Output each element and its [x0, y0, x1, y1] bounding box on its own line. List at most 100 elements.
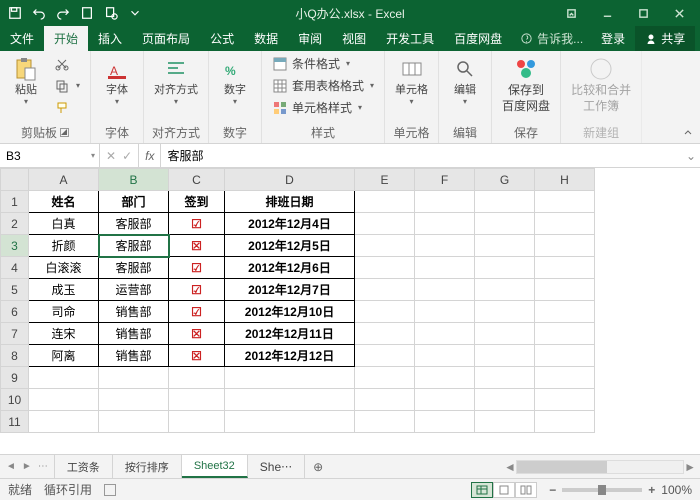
font-button[interactable]: A字体▾: [97, 53, 137, 108]
cell[interactable]: [415, 411, 475, 433]
cell[interactable]: [535, 345, 595, 367]
cell[interactable]: ☒: [169, 323, 225, 345]
sheet-nav-more-icon[interactable]: ⋯: [36, 461, 50, 472]
cells-button[interactable]: 单元格▾: [391, 53, 432, 108]
row-header[interactable]: 2: [1, 213, 29, 235]
expand-formula-icon[interactable]: ⌄: [682, 144, 700, 167]
cell[interactable]: [29, 389, 99, 411]
cell[interactable]: 司命: [29, 301, 99, 323]
cell[interactable]: [475, 301, 535, 323]
cell[interactable]: [415, 279, 475, 301]
cell[interactable]: 销售部: [99, 323, 169, 345]
tab-layout[interactable]: 页面布局: [132, 26, 200, 51]
collapse-ribbon-icon[interactable]: [680, 125, 696, 141]
cell[interactable]: [29, 367, 99, 389]
cell[interactable]: 2012年12月10日: [225, 301, 355, 323]
cell[interactable]: 运营部: [99, 279, 169, 301]
cell[interactable]: ☑: [169, 257, 225, 279]
row-header[interactable]: 10: [1, 389, 29, 411]
cell[interactable]: 折颜: [29, 235, 99, 257]
editing-button[interactable]: 编辑▾: [445, 53, 485, 108]
tab-developer[interactable]: 开发工具: [376, 26, 444, 51]
cell[interactable]: [535, 367, 595, 389]
grid-table[interactable]: ABCDEFGH1姓名部门签到排班日期2白真客服部☑2012年12月4日3折颜客…: [0, 168, 595, 433]
cell[interactable]: [415, 213, 475, 235]
cell[interactable]: [475, 411, 535, 433]
cell[interactable]: [475, 257, 535, 279]
cell[interactable]: [475, 235, 535, 257]
col-header[interactable]: C: [169, 169, 225, 191]
cell[interactable]: ☒: [169, 235, 225, 257]
cell[interactable]: 白滚滚: [29, 257, 99, 279]
zoom-in-button[interactable]: +: [648, 483, 655, 497]
row-header[interactable]: 5: [1, 279, 29, 301]
close-button[interactable]: [662, 2, 696, 24]
copy-button[interactable]: ▾: [50, 75, 84, 96]
cell[interactable]: [475, 345, 535, 367]
col-header[interactable]: D: [225, 169, 355, 191]
cell[interactable]: [475, 389, 535, 411]
formula-input[interactable]: [167, 149, 676, 163]
cell[interactable]: 签到: [169, 191, 225, 213]
cell[interactable]: [355, 279, 415, 301]
horizontal-scrollbar[interactable]: ◄►: [500, 455, 700, 478]
tab-data[interactable]: 数据: [244, 26, 288, 51]
cell[interactable]: [535, 279, 595, 301]
cell-styles-button[interactable]: 单元格样式▾: [268, 97, 378, 118]
cancel-formula-icon[interactable]: ✕: [106, 149, 116, 163]
qat-more-icon[interactable]: [124, 2, 146, 24]
cell[interactable]: [535, 257, 595, 279]
format-painter-button[interactable]: [50, 97, 84, 118]
table-format-button[interactable]: 套用表格格式▾: [268, 75, 378, 96]
cell[interactable]: [29, 411, 99, 433]
cell[interactable]: [415, 235, 475, 257]
cell[interactable]: [475, 213, 535, 235]
cell[interactable]: [99, 367, 169, 389]
cell[interactable]: [475, 279, 535, 301]
view-page-break-button[interactable]: [515, 482, 537, 498]
cell[interactable]: 客服部: [99, 257, 169, 279]
new-icon[interactable]: [76, 2, 98, 24]
cell[interactable]: [355, 235, 415, 257]
minimize-button[interactable]: [590, 2, 624, 24]
login-button[interactable]: 登录: [591, 26, 635, 51]
tab-review[interactable]: 审阅: [288, 26, 332, 51]
clipboard-launcher-icon[interactable]: [60, 128, 69, 137]
row-header[interactable]: 7: [1, 323, 29, 345]
enter-formula-icon[interactable]: ✓: [122, 149, 132, 163]
fx-icon[interactable]: fx: [139, 144, 161, 167]
tab-insert[interactable]: 插入: [88, 26, 132, 51]
alignment-button[interactable]: 对齐方式▾: [150, 53, 202, 108]
cell[interactable]: [535, 389, 595, 411]
cell[interactable]: [355, 257, 415, 279]
sheet-nav-next-icon[interactable]: ►: [20, 461, 34, 472]
tab-view[interactable]: 视图: [332, 26, 376, 51]
sheet-tab-4[interactable]: She ⋯: [248, 455, 305, 478]
col-header[interactable]: B: [99, 169, 169, 191]
cell[interactable]: [355, 345, 415, 367]
cell[interactable]: [415, 257, 475, 279]
conditional-format-button[interactable]: 条件格式▾: [268, 53, 378, 74]
cell[interactable]: [225, 411, 355, 433]
cell[interactable]: [169, 411, 225, 433]
cell[interactable]: ☑: [169, 301, 225, 323]
col-header[interactable]: F: [415, 169, 475, 191]
cell[interactable]: [475, 367, 535, 389]
cell[interactable]: 阿离: [29, 345, 99, 367]
tell-me[interactable]: 告诉我...: [512, 26, 591, 51]
cell[interactable]: [415, 389, 475, 411]
maximize-button[interactable]: [626, 2, 660, 24]
tab-file[interactable]: 文件: [0, 26, 44, 51]
cell[interactable]: [355, 389, 415, 411]
print-preview-icon[interactable]: [100, 2, 122, 24]
cell[interactable]: 2012年12月5日: [225, 235, 355, 257]
cell[interactable]: 销售部: [99, 301, 169, 323]
cell[interactable]: ☒: [169, 345, 225, 367]
cell[interactable]: [355, 213, 415, 235]
row-header[interactable]: 3: [1, 235, 29, 257]
cell[interactable]: [415, 301, 475, 323]
tab-baidu[interactable]: 百度网盘: [444, 26, 512, 51]
cell[interactable]: [99, 411, 169, 433]
name-box-input[interactable]: [6, 149, 66, 163]
cell[interactable]: 2012年12月7日: [225, 279, 355, 301]
